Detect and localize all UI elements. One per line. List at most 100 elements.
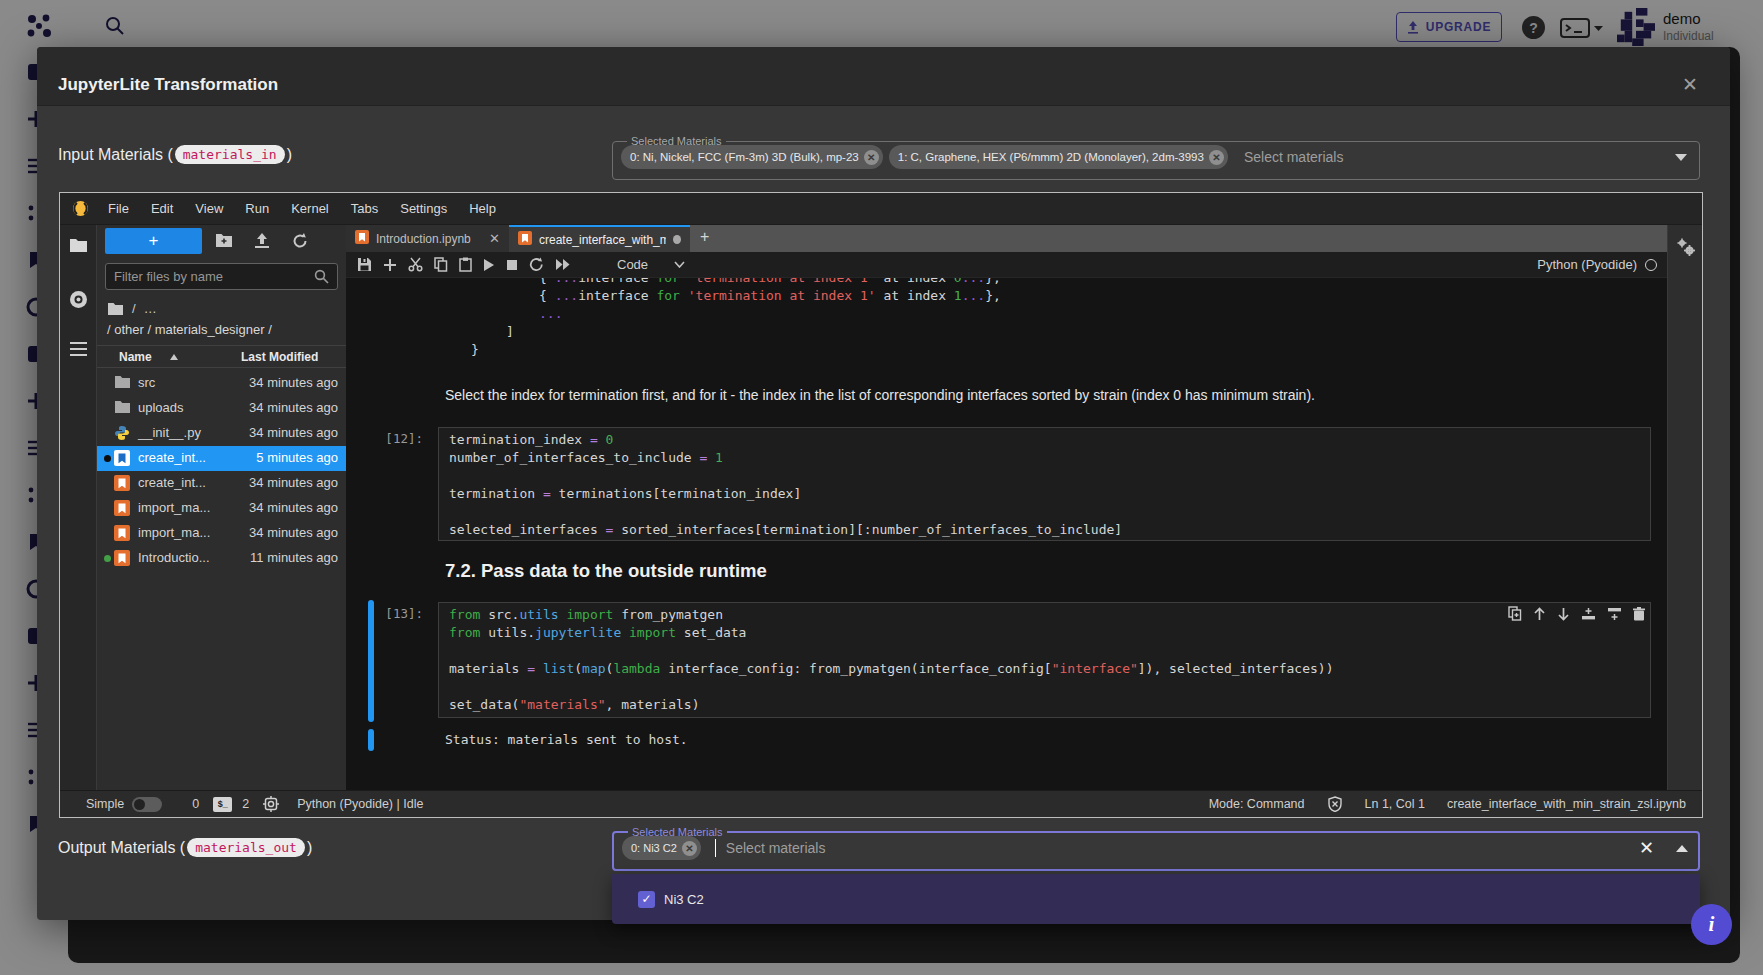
checkbox-checked-icon[interactable]: ✓: [638, 891, 655, 908]
tab-close-icon[interactable]: ✕: [489, 231, 500, 246]
menu-run[interactable]: Run: [234, 201, 280, 216]
info-button[interactable]: i: [1691, 904, 1732, 945]
tab-1[interactable]: Introduction.ipynb ✕: [346, 225, 509, 252]
output-materials-select[interactable]: Selected Materials 0: Ni3 C2✕ Select mat…: [612, 826, 1700, 871]
material-chip[interactable]: 0: Ni, Nickel, FCC (Fm-3m) 3D (Bulk), mp…: [621, 145, 883, 169]
run-icon[interactable]: [483, 258, 495, 272]
chip-remove-icon[interactable]: ✕: [1209, 150, 1224, 165]
simple-mode-toggle[interactable]: [132, 797, 162, 812]
code-line: number_of_interfaces_to_include = 1: [449, 449, 1640, 467]
kernel-status-text[interactable]: Python (Pyodide) | Idle: [297, 797, 423, 811]
file-name: create_int...: [138, 475, 206, 490]
chip-remove-icon[interactable]: ✕: [682, 841, 697, 856]
file-row[interactable]: import_ma...34 minutes ago: [97, 496, 346, 521]
property-inspector-gears-icon[interactable]: [1676, 237, 1696, 257]
move-cell-up-icon[interactable]: [1533, 606, 1546, 625]
save-icon[interactable]: [357, 257, 372, 272]
chevron-up-icon[interactable]: [1676, 845, 1688, 852]
code-line: [449, 642, 1640, 660]
chip-remove-icon[interactable]: ✕: [864, 150, 879, 165]
file-row[interactable]: __init__.py34 minutes ago: [97, 421, 346, 446]
col-name[interactable]: Name: [119, 350, 179, 364]
notebook-icon: [355, 230, 369, 247]
col-modified[interactable]: Last Modified: [241, 350, 318, 364]
file-browser-tab-icon[interactable]: [69, 237, 88, 254]
stop-icon[interactable]: [506, 259, 518, 271]
filter-files-input[interactable]: Filter files by name: [105, 263, 338, 290]
file-row[interactable]: src34 minutes ago: [97, 371, 346, 396]
kernel-name[interactable]: Python (Pyodide): [1537, 257, 1637, 272]
tab-2[interactable]: create_interface_with_min_: [509, 225, 690, 252]
terminals-count[interactable]: 0: [192, 797, 199, 811]
chip-label: 0: Ni3 C2: [631, 842, 677, 854]
python-icon: [114, 425, 130, 444]
insert-cell-above-icon[interactable]: [1581, 606, 1596, 625]
code-cell-12[interactable]: termination_index = 0number_of_interface…: [438, 427, 1651, 541]
refresh-icon[interactable]: [292, 233, 308, 249]
running-sessions-icon[interactable]: [69, 290, 88, 309]
tab-label: Introduction.ipynb: [376, 232, 471, 246]
file-name: src: [138, 375, 155, 390]
kernels-count[interactable]: 2: [242, 797, 249, 811]
menu-settings[interactable]: Settings: [389, 201, 458, 216]
crumb-ellipsis[interactable]: …: [144, 301, 157, 316]
menu-help[interactable]: Help: [458, 201, 507, 216]
menu-file[interactable]: File: [97, 201, 140, 216]
restart-kernel-icon[interactable]: [529, 257, 544, 272]
code-line: materials = list(map(lambda interface_co…: [449, 660, 1640, 678]
new-tab-button[interactable]: +: [690, 225, 719, 252]
table-of-contents-icon[interactable]: [69, 341, 88, 357]
close-icon[interactable]: ✕: [1682, 75, 1698, 94]
input-materials-select[interactable]: Selected Materials 0: Ni, Nickel, FCC (F…: [612, 135, 1700, 180]
move-cell-down-icon[interactable]: [1557, 606, 1570, 625]
file-modified: 5 minutes ago: [233, 450, 338, 465]
file-modified: 34 minutes ago: [233, 500, 338, 515]
dropdown-option-label[interactable]: Ni3 C2: [664, 892, 704, 907]
code-line: ...: [445, 305, 1001, 323]
paste-icon[interactable]: [459, 257, 472, 272]
file-list-header[interactable]: Name Last Modified: [97, 345, 346, 368]
tab-dirty-indicator: [673, 235, 681, 244]
menu-kernel[interactable]: Kernel: [280, 201, 340, 216]
new-folder-icon[interactable]: [215, 233, 233, 248]
menu-edit[interactable]: Edit: [140, 201, 184, 216]
file-row[interactable]: uploads34 minutes ago: [97, 396, 346, 421]
cut-icon[interactable]: [408, 257, 423, 272]
right-sidebar: [1667, 225, 1702, 790]
notebook-content: { ...interface for 'termination at index…: [346, 278, 1667, 790]
material-chip[interactable]: 1: C, Graphene, HEX (P6/mmm) 2D (Monolay…: [889, 145, 1228, 169]
delete-cell-icon[interactable]: [1633, 606, 1645, 625]
mode-indicator[interactable]: Mode: Command: [1209, 797, 1305, 811]
input-label-text: Input Materials (: [58, 146, 173, 164]
run-all-icon[interactable]: [555, 258, 571, 271]
insert-cell-icon[interactable]: [383, 258, 397, 272]
cell-output-json: { ...interface for 'termination at index…: [445, 278, 1001, 359]
crumb-root[interactable]: /: [132, 301, 136, 316]
new-launcher-button[interactable]: +: [105, 228, 202, 254]
upload-icon[interactable]: [254, 233, 270, 248]
file-row[interactable]: import_ma...34 minutes ago: [97, 521, 346, 546]
insert-cell-below-icon[interactable]: [1607, 606, 1622, 625]
chevron-down-icon[interactable]: [1675, 154, 1687, 161]
jupyter-statusbar: Simple 0 $_ 2 Python (Pyodide) | Idle Mo…: [60, 790, 1702, 817]
clear-icon[interactable]: ✕: [1639, 837, 1654, 859]
kernel-status-icon: [1645, 259, 1657, 271]
breadcrumb[interactable]: / …: [107, 301, 157, 316]
file-row[interactable]: Introductio...11 minutes ago: [97, 546, 346, 571]
file-name: Introductio...: [138, 550, 210, 565]
file-row[interactable]: create_int...5 minutes ago: [97, 446, 346, 471]
menu-tabs[interactable]: Tabs: [340, 201, 389, 216]
material-chip[interactable]: 0: Ni3 C2 ✕: [622, 836, 701, 860]
copy-icon[interactable]: [434, 257, 448, 272]
screen: UPGRADE ? demo Individual JupyterLite Tr…: [0, 0, 1763, 975]
menu-view[interactable]: View: [184, 201, 234, 216]
cell-type-select[interactable]: Code: [617, 257, 648, 272]
dialog-title: JupyterLite Transformation: [58, 75, 278, 95]
file-row[interactable]: create_int...34 minutes ago: [97, 471, 346, 496]
duplicate-cell-icon[interactable]: [1508, 606, 1522, 625]
code-cell-13[interactable]: from src.utils import from_pymatgenfrom …: [438, 602, 1651, 718]
home-folder-icon[interactable]: [107, 302, 124, 316]
jupyterlite-transformation-dialog: JupyterLite Transformation ✕ Input Mater…: [37, 47, 1730, 920]
input-materials-label: Input Materials (materials_in): [58, 145, 292, 164]
cursor-position[interactable]: Ln 1, Col 1: [1365, 797, 1425, 811]
